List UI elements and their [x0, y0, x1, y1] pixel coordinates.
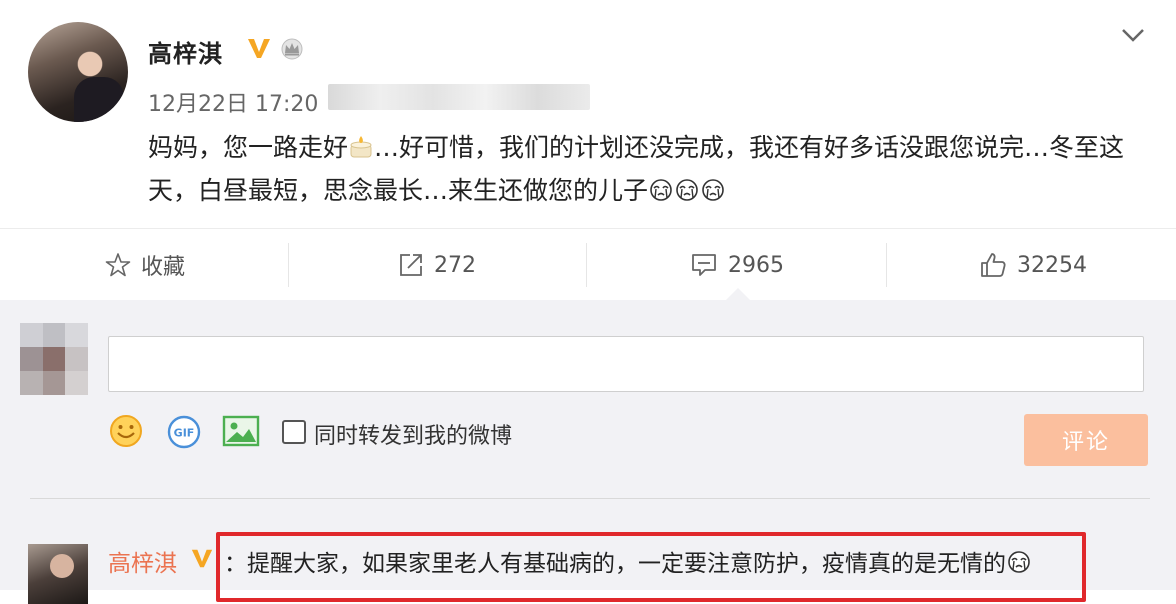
svg-text:GIF: GIF [174, 427, 195, 440]
author-name[interactable]: 高梓淇 [148, 34, 223, 69]
like-button[interactable]: 32254 [888, 229, 1176, 301]
repost-button[interactable]: 272 [292, 229, 582, 301]
comment-author-name[interactable]: 高梓淇 [108, 544, 177, 578]
author-avatar[interactable] [28, 22, 128, 122]
favorite-label: 收藏 [140, 255, 185, 280]
repost-checkbox-label[interactable]: 同时转发到我的微博 [314, 418, 512, 450]
image-upload-icon[interactable] [222, 414, 260, 448]
repost-checkbox[interactable] [282, 420, 306, 444]
emoji-picker-icon[interactable] [108, 413, 144, 449]
thumbs-up-icon [981, 253, 1006, 277]
post-text: 妈妈，您一路走好 …好可惜，我们的计划还没完成，我还有好多话没跟您说完…冬至这天… [148, 126, 1138, 212]
gif-icon[interactable]: GIF [166, 414, 202, 450]
share-icon [400, 254, 422, 276]
comment-input[interactable] [108, 336, 1144, 392]
post-action-bar: 收藏 272 2965 32254 [0, 228, 1176, 301]
repost-count: 272 [434, 252, 476, 278]
action-divider [886, 243, 887, 287]
comment-text: ：提醒大家，如果家里老人有基础病的，一定要注意防护，疫情真的是无情的 [224, 544, 1032, 578]
crying-emoji-icon [702, 179, 724, 201]
comment-divider [30, 498, 1150, 499]
crying-emoji-icon [650, 179, 672, 201]
candle-emoji-icon [350, 136, 372, 158]
comment-author-avatar[interactable] [28, 544, 88, 604]
post-text-part1: 妈妈，您一路走好 [148, 133, 349, 162]
star-icon [105, 253, 131, 277]
crown-icon [281, 38, 303, 60]
current-user-avatar[interactable] [20, 323, 88, 395]
comment-icon [692, 254, 716, 276]
crying-emoji-icon [676, 179, 698, 201]
crying-emoji-icon [1008, 551, 1030, 573]
submit-comment-button[interactable]: 评论 [1024, 414, 1148, 466]
post-timestamp[interactable]: 12月22日 17:20 [148, 86, 318, 118]
comment-text-body: ：提醒大家，如果家里老人有基础病的，一定要注意防护，疫情真的是无情的 [224, 551, 1006, 577]
blurred-source [328, 84, 590, 110]
verified-badge-icon [248, 39, 270, 58]
comment-count: 2965 [728, 252, 784, 278]
action-divider [288, 243, 289, 287]
panel-pointer [726, 288, 750, 300]
chevron-down-icon[interactable] [1120, 26, 1146, 44]
action-divider [586, 243, 587, 287]
verified-badge-icon [191, 549, 213, 568]
favorite-button[interactable]: 收藏 [0, 229, 290, 301]
like-count: 32254 [1017, 252, 1087, 278]
